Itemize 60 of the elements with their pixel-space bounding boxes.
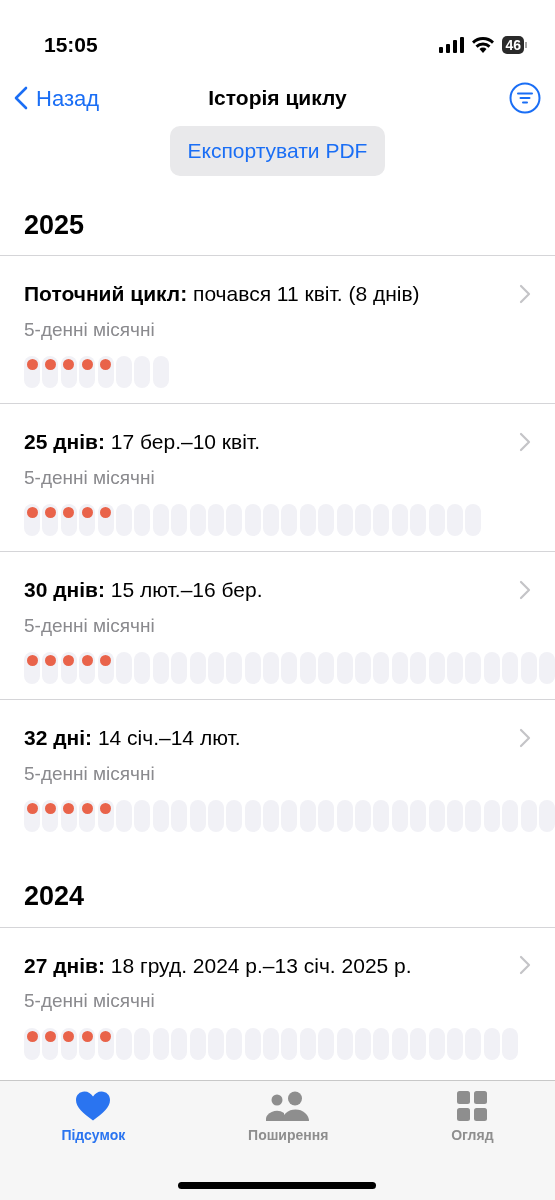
export-pdf-button[interactable]: Експортувати PDF [169,126,386,176]
chevron-right-icon [519,283,531,304]
chevron-right-icon [519,955,531,976]
wifi-icon [472,37,495,53]
period-dot [81,1030,93,1042]
tab-bar-item[interactable]: Підсумок [61,1081,126,1200]
period-dot [44,1030,56,1042]
period-dot [100,359,112,370]
period-dot [100,803,112,814]
signal-icon [439,37,465,53]
cycle-row[interactable]: Поточний цикл: почався 11 квіт. (8 днів) 5-денні місячні [0,255,555,403]
year-heading: 2025 [24,209,85,240]
period-length: 5-денні місячні [24,614,155,636]
period-dot [63,1030,75,1042]
period-dot [26,655,38,666]
period-dot [26,507,38,518]
grid-icon [457,1091,488,1121]
chevron-right-icon [519,727,531,748]
cycle-row[interactable]: 32 дні: 14 січ.–14 лют. 5-денні місячні [0,699,555,847]
year-heading: 2024 [24,881,85,911]
status-time: 15:05 [44,32,98,59]
period-dot [44,359,56,370]
cycle-summary: 25 днів: 17 бер.–10 квіт. [24,429,260,455]
heart-icon [76,1091,111,1121]
period-dot [44,803,56,814]
period-dot [81,359,93,370]
filter-icon[interactable] [509,82,541,114]
period-dot [81,655,93,666]
period-dot [63,803,75,814]
period-dot [44,655,56,666]
cycle-row[interactable]: 25 днів: 17 бер.–10 квіт. 5-денні місячні [0,403,555,551]
back-button[interactable]: Назад [14,81,100,115]
cycle-row[interactable]: 30 днів: 15 лют.–16 бер. 5-денні місячні [0,551,555,699]
chevron-right-icon [519,579,531,600]
period-dot [100,1030,112,1042]
period-dot [100,655,112,666]
chevron-left-icon [14,86,28,110]
period-dot [26,1030,38,1042]
period-dot [26,803,38,814]
cycle-summary: 32 дні: 14 січ.–14 лют. [24,725,241,751]
battery-level: 46 [502,36,524,54]
chevron-right-icon [519,431,531,452]
cycle-summary: Поточний цикл: почався 11 квіт. (8 днів) [24,281,420,307]
period-length: 5-денні місячні [24,762,155,784]
period-dot [81,507,93,518]
cycle-summary: 27 днів: 18 груд. 2024 р.–13 січ. 2025 р. [24,952,412,979]
period-dot [81,803,93,814]
period-dot [63,507,75,518]
period-length: 5-денні місячні [24,990,155,1011]
period-dot [44,507,56,518]
screen-title: Історія циклу [208,85,347,112]
cycle-row[interactable]: 27 днів: 18 груд. 2024 р.–13 січ. 2025 р. 5-денні місячні [0,926,555,1075]
period-dot [63,359,75,370]
people-icon [266,1091,311,1121]
period-dot [26,359,38,370]
period-dot [63,655,75,666]
period-dot [100,507,112,518]
cycle-summary: 30 днів: 15 лют.–16 бер. [24,577,263,603]
period-length: 5-денні місячні [24,318,155,340]
period-length: 5-денні місячні [24,466,155,488]
